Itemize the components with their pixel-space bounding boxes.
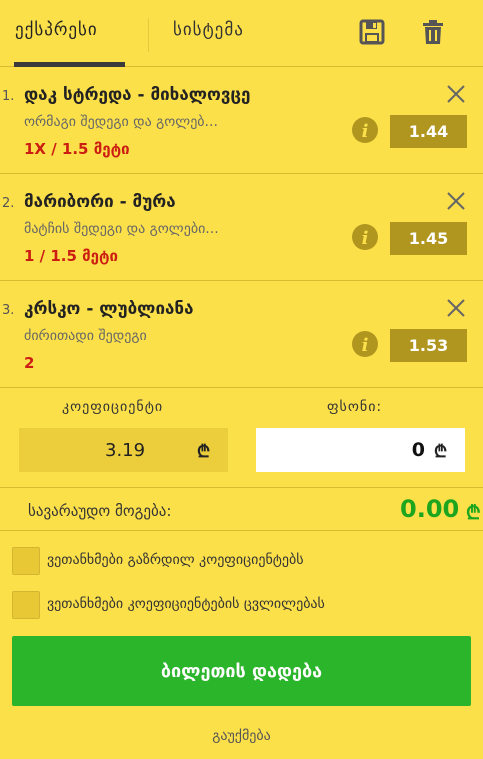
total-coefficient-label: კოეფიციენტი — [62, 399, 164, 415]
odds-value: 1.44 — [390, 115, 467, 148]
stake-value: 0 — [411, 439, 425, 461]
divider — [0, 487, 483, 488]
accept-odds-changes-option[interactable]: ვეთანხმები კოეფიციენტების ცვლილებას — [12, 591, 472, 619]
bet-selection: 1X / 1.5 მეტი — [24, 140, 130, 158]
close-icon[interactable] — [444, 296, 468, 320]
trash-icon[interactable] — [420, 18, 446, 46]
svg-text:i: i — [362, 228, 369, 249]
total-coefficient-value: 3.19 — [105, 440, 146, 461]
bet-event-title: მარიბორი - მურა — [24, 192, 176, 212]
stake-label: ფსონი: — [327, 399, 383, 415]
accept-higher-odds-option[interactable]: ვეთანხმები გაზრდილ კოეფიციენტებს — [12, 547, 472, 575]
place-bet-button[interactable]: ბილეთის დადება — [12, 636, 471, 706]
save-icon[interactable] — [359, 18, 385, 46]
bet-selection: 2 — [24, 354, 35, 372]
lari-icon: ₾ — [197, 442, 211, 462]
possible-win-value: 0.00 — [400, 495, 460, 523]
info-icon[interactable]: i — [351, 116, 379, 144]
bet-item: 3. კრსკო - ლუბლიანა ძირითადი შედეგი 2 i … — [0, 281, 483, 388]
lari-icon: ₾ — [466, 502, 481, 524]
lari-icon: ₾ — [434, 442, 448, 462]
odds-value: 1.53 — [390, 329, 467, 362]
bet-number: 3. — [2, 303, 15, 318]
tab-express[interactable]: ექსპრესი — [15, 20, 98, 40]
accept-odds-changes-checkbox[interactable] — [12, 591, 40, 619]
stake-input[interactable]: 0 ₾ — [256, 428, 465, 472]
accept-higher-odds-checkbox[interactable] — [12, 547, 40, 575]
possible-win-label: სავარაუდო მოგება: — [28, 502, 172, 520]
bet-event-title: დაკ სტრედა - მიხალოვცე — [24, 85, 251, 105]
bet-market: მატჩის შედეგი და გოლები... — [24, 221, 219, 237]
odds-value: 1.45 — [390, 222, 467, 255]
tab-separator — [148, 18, 149, 52]
bet-selection: 1 / 1.5 მეტი — [24, 247, 118, 265]
total-coefficient-box: 3.19 ₾ — [19, 428, 228, 472]
bet-number: 1. — [2, 89, 15, 104]
bet-event-title: კრსკო - ლუბლიანა — [24, 299, 194, 319]
info-icon[interactable]: i — [351, 223, 379, 251]
tab-system[interactable]: სისტემა — [173, 20, 244, 40]
svg-text:i: i — [362, 335, 369, 356]
info-icon[interactable]: i — [351, 330, 379, 358]
bet-number: 2. — [2, 196, 15, 211]
divider — [0, 530, 483, 531]
bet-market: ორმაგი შედეგი და გოლებ... — [24, 114, 218, 130]
bet-market: ძირითადი შედეგი — [24, 328, 147, 344]
svg-text:i: i — [362, 121, 369, 142]
cancel-link[interactable]: გაუქმება — [0, 728, 483, 744]
bet-item: 2. მარიბორი - მურა მატჩის შედეგი და გოლე… — [0, 174, 483, 281]
bet-item: 1. დაკ სტრედა - მიხალოვცე ორმაგი შედეგი … — [0, 67, 483, 174]
close-icon[interactable] — [444, 82, 468, 106]
accept-odds-changes-label: ვეთანხმები კოეფიციენტების ცვლილებას — [47, 596, 325, 612]
betslip-tabs: ექსპრესი სისტემა — [0, 0, 483, 67]
close-icon[interactable] — [444, 189, 468, 213]
accept-higher-odds-label: ვეთანხმები გაზრდილ კოეფიციენტებს — [47, 552, 304, 568]
